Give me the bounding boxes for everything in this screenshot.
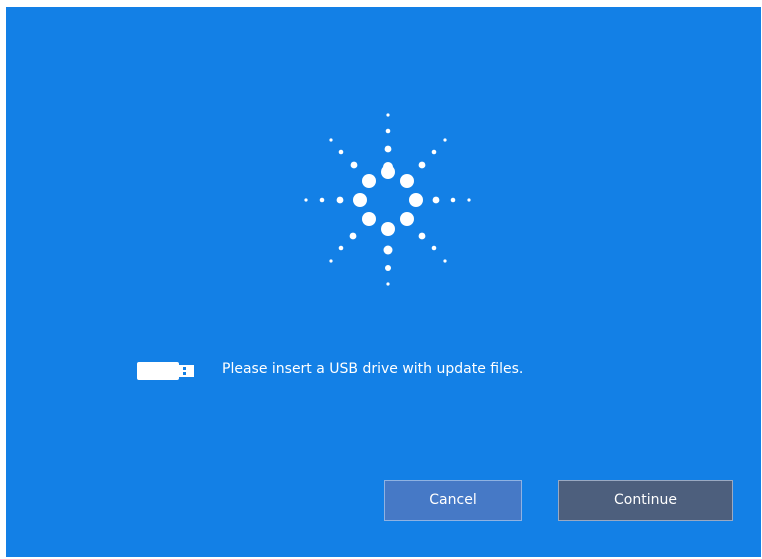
cancel-button[interactable]: Cancel xyxy=(384,480,522,521)
usb-instruction-text: Please insert a USB drive with update fi… xyxy=(222,361,524,377)
update-screen: Please insert a USB drive with update fi… xyxy=(6,7,761,557)
continue-button[interactable]: Continue xyxy=(558,480,733,521)
usb-drive-icon xyxy=(137,362,194,380)
agilent-spark-logo-icon xyxy=(304,113,471,286)
